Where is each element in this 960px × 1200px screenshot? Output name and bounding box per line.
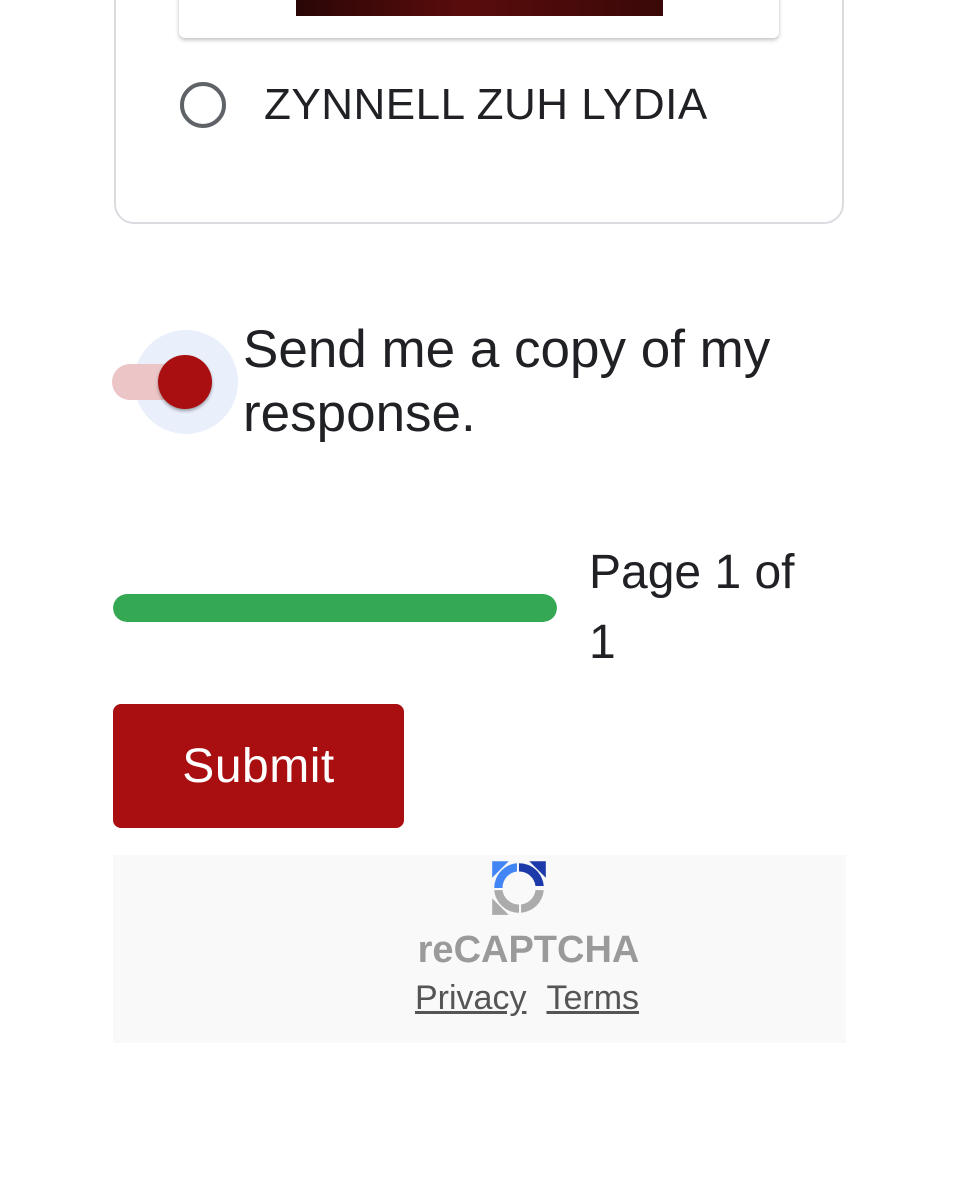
terms-link[interactable]: Terms [546, 979, 639, 1017]
recaptcha-title: reCAPTCHA [417, 929, 640, 971]
send-copy-toggle[interactable] [112, 330, 238, 436]
privacy-link[interactable]: Privacy [415, 979, 526, 1017]
send-copy-label: Send me a copy of my response. [243, 320, 771, 443]
image-option-card [179, 0, 779, 38]
progress-bar [113, 594, 557, 622]
form-page: ZYNNELL ZUH LYDIA Send me a copy of my r… [0, 0, 960, 1200]
radio-option-label: ZYNNELL ZUH LYDIA [264, 80, 708, 129]
recaptcha-badge: reCAPTCHA Privacy Terms [113, 855, 846, 1043]
radio-button[interactable] [180, 82, 226, 128]
submit-button[interactable]: Submit [113, 704, 404, 828]
toggle-thumb[interactable] [158, 355, 212, 409]
recaptcha-logo-icon [492, 861, 546, 915]
radio-option[interactable]: ZYNNELL ZUH LYDIA [180, 78, 708, 132]
page-indicator: Page 1 of 1 [589, 546, 795, 669]
option-photo [296, 0, 663, 16]
progress-bar-fill [113, 594, 557, 622]
recaptcha-links: Privacy Terms [415, 979, 659, 1018]
